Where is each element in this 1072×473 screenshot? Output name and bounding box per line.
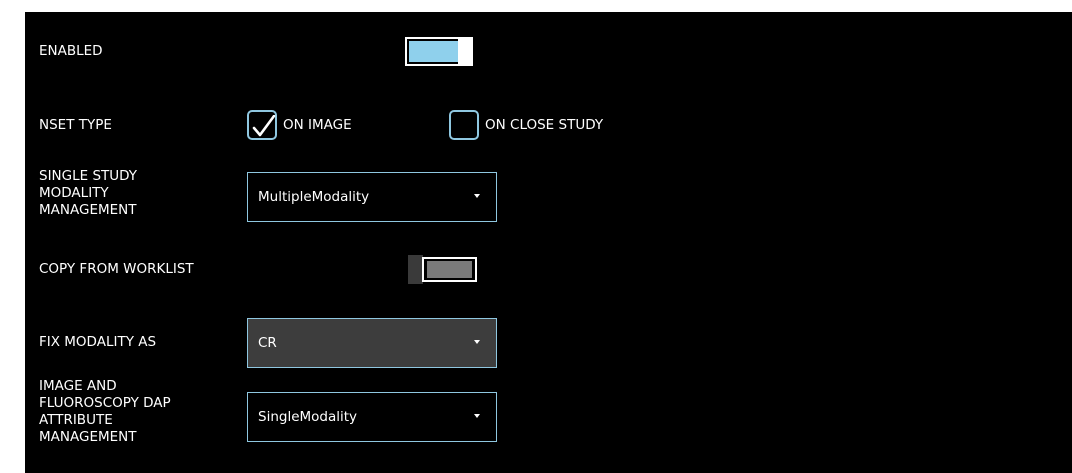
copy-from-worklist-toggle[interactable]	[408, 255, 478, 284]
toggle-thumb[interactable]	[408, 255, 423, 284]
label-line: MANAGEMENT	[39, 202, 137, 218]
fix-modality-label: FIX MODALITY AS	[39, 334, 157, 350]
enabled-toggle[interactable]	[405, 37, 475, 66]
label-line: FLUOROSCOPY DAP	[39, 395, 171, 411]
on-close-study-checkbox[interactable]: ON CLOSE STUDY	[449, 110, 603, 140]
fix-modality-select[interactable]: CR	[247, 318, 497, 368]
label-line: IMAGE AND	[39, 378, 117, 394]
label-line: MODALITY	[39, 185, 109, 201]
chevron-down-icon	[474, 414, 480, 418]
toggle-fill	[427, 261, 472, 278]
label-line: MANAGEMENT	[39, 429, 137, 445]
chevron-down-icon	[474, 340, 480, 344]
toggle-fill	[409, 41, 461, 62]
on-image-checkbox[interactable]: ON IMAGE	[247, 110, 352, 140]
on-image-label: ON IMAGE	[283, 117, 352, 133]
label-line: SINGLE STUDY	[39, 168, 138, 184]
dap-attribute-select[interactable]: SingleModality	[247, 392, 497, 442]
select-value: CR	[258, 335, 277, 351]
nset-type-label: NSET TYPE	[39, 117, 112, 133]
copy-from-worklist-label: COPY FROM WORKLIST	[39, 261, 194, 277]
on-close-study-label: ON CLOSE STUDY	[485, 117, 604, 133]
select-value: SingleModality	[258, 409, 358, 425]
settings-panel: ENABLED NSET TYPE ON IMAGE ON CLOSE STUD…	[25, 12, 1072, 473]
label-line: ATTRIBUTE	[39, 412, 113, 428]
checkbox-box[interactable]	[449, 110, 479, 140]
toggle-thumb[interactable]	[458, 37, 473, 66]
single-study-modality-label: SINGLE STUDY MODALITY MANAGEMENT	[39, 168, 137, 219]
dap-attribute-label: IMAGE AND FLUOROSCOPY DAP ATTRIBUTE MANA…	[39, 378, 171, 446]
select-value: MultipleModality	[258, 189, 370, 205]
checkbox-box[interactable]	[247, 110, 277, 140]
enabled-label: ENABLED	[39, 43, 103, 59]
single-study-modality-select[interactable]: MultipleModality	[247, 172, 497, 222]
chevron-down-icon	[474, 194, 480, 198]
checkmark-icon	[252, 115, 276, 137]
